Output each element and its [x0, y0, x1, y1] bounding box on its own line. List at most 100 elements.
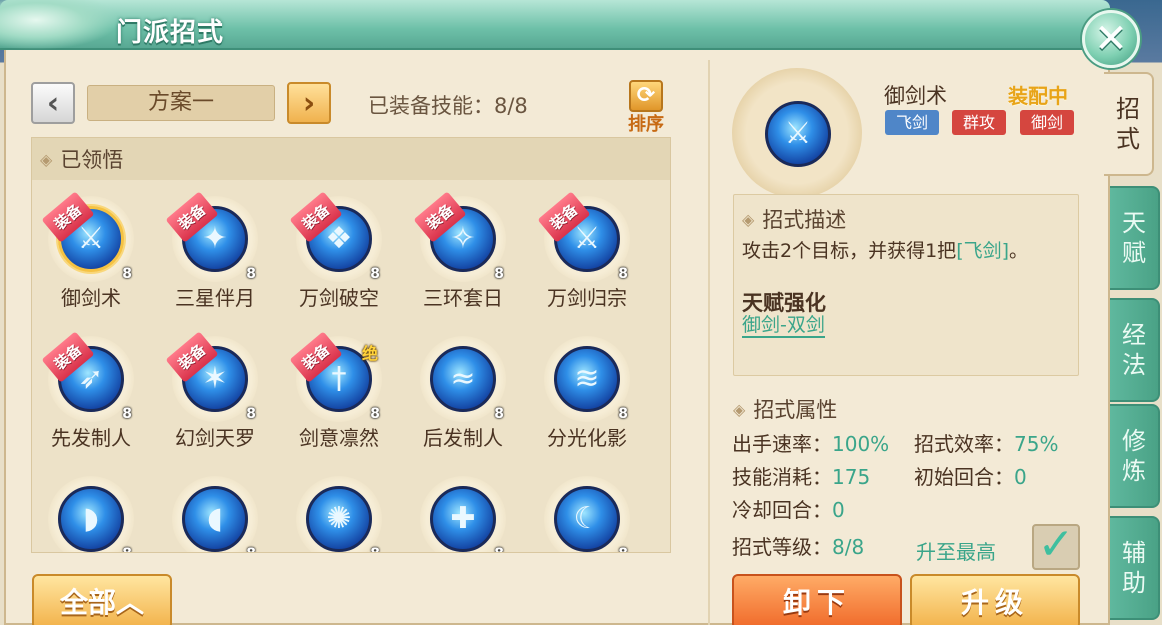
window-title: 门派招式 — [116, 18, 225, 48]
sword-icon: ≋ — [554, 346, 620, 412]
skill-name: 分光化影 — [547, 426, 627, 450]
title-bar: 门派招式 — [0, 0, 1110, 50]
attr-value: 0 — [1014, 465, 1027, 489]
skill-name: 后发制人 — [423, 426, 503, 450]
side-tab-3[interactable]: 修炼 — [1110, 404, 1160, 508]
max-level-checkbox[interactable]: ✓ — [1032, 523, 1080, 570]
skill-level: 8 — [246, 266, 256, 282]
side-tab-char: 经 — [1122, 321, 1146, 349]
attr-value: 175 — [832, 465, 871, 489]
skill-item[interactable]: ❖ 装备 8 万剑破空 — [284, 191, 394, 311]
skills-list[interactable]: ◈ 已领悟 ⚔ 装备 8 御剑术 ✦ 装备 8 三星伴月 ❖ 装备 8 万剑破空 ✧ 装备 8 三环套日 ⚔ 装备… — [31, 137, 671, 553]
unequip-button[interactable]: 卸下 — [732, 574, 902, 625]
description-prefix: 攻击2个目标，并获得1把 — [742, 240, 957, 262]
skill-icon: ◗8 — [48, 476, 134, 552]
skill-item[interactable]: ➶ 装备 8 先发制人 — [36, 331, 146, 451]
skill-icon: ☾8 — [544, 476, 630, 552]
skill-item[interactable]: ◗8 — [36, 476, 146, 552]
sword-icon: ✚ — [430, 486, 496, 552]
attributes-title: 招式属性 — [753, 398, 838, 422]
skill-icon: ❖ 装备 8 — [289, 191, 382, 282]
skill-item[interactable]: ⚔ 装备 8 万剑归宗 — [532, 191, 642, 311]
skill-level: 8 — [122, 406, 132, 422]
side-tab-char: 招 — [1116, 95, 1140, 123]
equip-status: 装配中 — [1008, 84, 1068, 108]
skill-item[interactable]: ✚8 — [408, 476, 518, 552]
ultimate-mark: 绝 — [361, 344, 378, 363]
skill-level: 8 — [246, 546, 256, 552]
chevron-left-icon: ‹ — [46, 85, 60, 121]
skill-item[interactable]: ✶ 装备 8 幻剑天罗 — [160, 331, 270, 451]
skill-level: 8 — [370, 546, 380, 552]
side-tab-4[interactable]: 辅助 — [1110, 516, 1160, 620]
attr-speed: 出手速率：100% — [732, 428, 889, 457]
side-tab-char: 修 — [1122, 427, 1146, 455]
sword-icon: ◗ — [58, 486, 124, 552]
side-tab-0[interactable]: 招式 — [1104, 72, 1154, 176]
skill-level: 8 — [370, 266, 380, 282]
scheme-name[interactable]: 方案一 — [87, 85, 275, 121]
skill-name: 万剑破空 — [299, 286, 379, 310]
skill-item[interactable]: ≋ 8 分光化影 — [532, 336, 642, 451]
chevron-right-icon: › — [302, 85, 316, 121]
skill-icon: ◖8 — [172, 476, 258, 552]
talent-link[interactable]: 御剑-双剑 — [742, 314, 825, 338]
skill-name: 三环套日 — [423, 286, 503, 310]
skill-icon: ✧ 装备 8 — [413, 191, 506, 282]
attr-label: 招式效率： — [914, 432, 1014, 456]
attr-cost: 技能消耗：175 — [732, 461, 870, 490]
skill-level: 8 — [122, 266, 132, 282]
attr-label: 出手速率： — [732, 432, 832, 456]
attributes-header: ◈ 招式属性 — [733, 394, 837, 424]
side-tab-2[interactable]: 经法 — [1110, 298, 1160, 402]
side-tab-char: 助 — [1122, 569, 1146, 597]
skill-item[interactable]: ☾8 — [532, 476, 642, 552]
upgrade-button[interactable]: 升级 — [910, 574, 1080, 625]
side-tab-char: 赋 — [1122, 239, 1146, 267]
tag-sword-control: 御剑 — [1020, 110, 1074, 135]
description-header: ◈ 招式描述 — [742, 204, 846, 234]
sort-label: 排序 — [628, 114, 664, 135]
flying-sword-link[interactable]: [飞剑] — [956, 240, 1009, 262]
selected-skill-icon: ⚔ — [732, 68, 862, 198]
sword-icon: ☾ — [554, 486, 620, 552]
attr-label: 招式等级： — [732, 535, 832, 559]
chevron-up-icon: ︿ — [116, 586, 145, 619]
prev-scheme-button[interactable]: ‹ — [31, 82, 75, 124]
skill-level: 8 — [494, 266, 504, 282]
skill-item[interactable]: ≈8 后发制人 — [408, 336, 518, 451]
cloud-ornament-icon — [0, 0, 120, 50]
refresh-icon: ⟳ — [629, 80, 663, 112]
skill-icon: ✶ 装备 8 — [165, 331, 258, 422]
skill-icon: ➶ 装备 8 — [41, 331, 134, 422]
talent-title: 天赋强化 — [742, 291, 826, 315]
side-tab-char: 天 — [1122, 209, 1146, 237]
sword-icon: ⚔ — [765, 101, 831, 167]
sword-icon: ◖ — [182, 486, 248, 552]
next-scheme-button[interactable]: › — [287, 82, 331, 124]
skill-name: 先发制人 — [51, 426, 131, 450]
sort-button[interactable]: ⟳ 排序 — [622, 80, 670, 136]
tag-group-attack: 群攻 — [952, 110, 1006, 135]
skill-item[interactable]: † 装备绝 8 剑意凛然 — [284, 331, 394, 451]
skill-item[interactable]: ◖8 — [160, 476, 270, 552]
skill-item[interactable]: ✦ 装备 8 三星伴月 — [160, 191, 270, 311]
attr-start-round: 初始回合：0 — [914, 461, 1027, 490]
side-tab-1[interactable]: 天赋 — [1110, 186, 1160, 290]
skill-item[interactable]: ✺8 — [284, 476, 394, 552]
diamond-icon: ◈ — [742, 209, 755, 229]
attr-label: 冷却回合： — [732, 498, 832, 522]
skill-name: 幻剑天罗 — [175, 426, 255, 450]
skill-icon: ✺8 — [296, 476, 382, 552]
attr-value: 100% — [832, 432, 890, 456]
skill-item[interactable]: ⚔ 装备 8 御剑术 — [36, 191, 146, 311]
section-title: 已领悟 — [60, 148, 124, 172]
skill-level: 8 — [494, 406, 504, 422]
skill-icon: ≋ 8 — [544, 336, 630, 422]
max-level-label: 升至最高 — [916, 540, 996, 564]
skill-item[interactable]: ✧ 装备 8 三环套日 — [408, 191, 518, 311]
sword-icon: ✺ — [306, 486, 372, 552]
selected-skill-name: 御剑术 — [884, 84, 947, 108]
filter-all-button[interactable]: 全部︿ — [32, 574, 172, 625]
close-button[interactable]: ✕ — [1082, 10, 1140, 68]
